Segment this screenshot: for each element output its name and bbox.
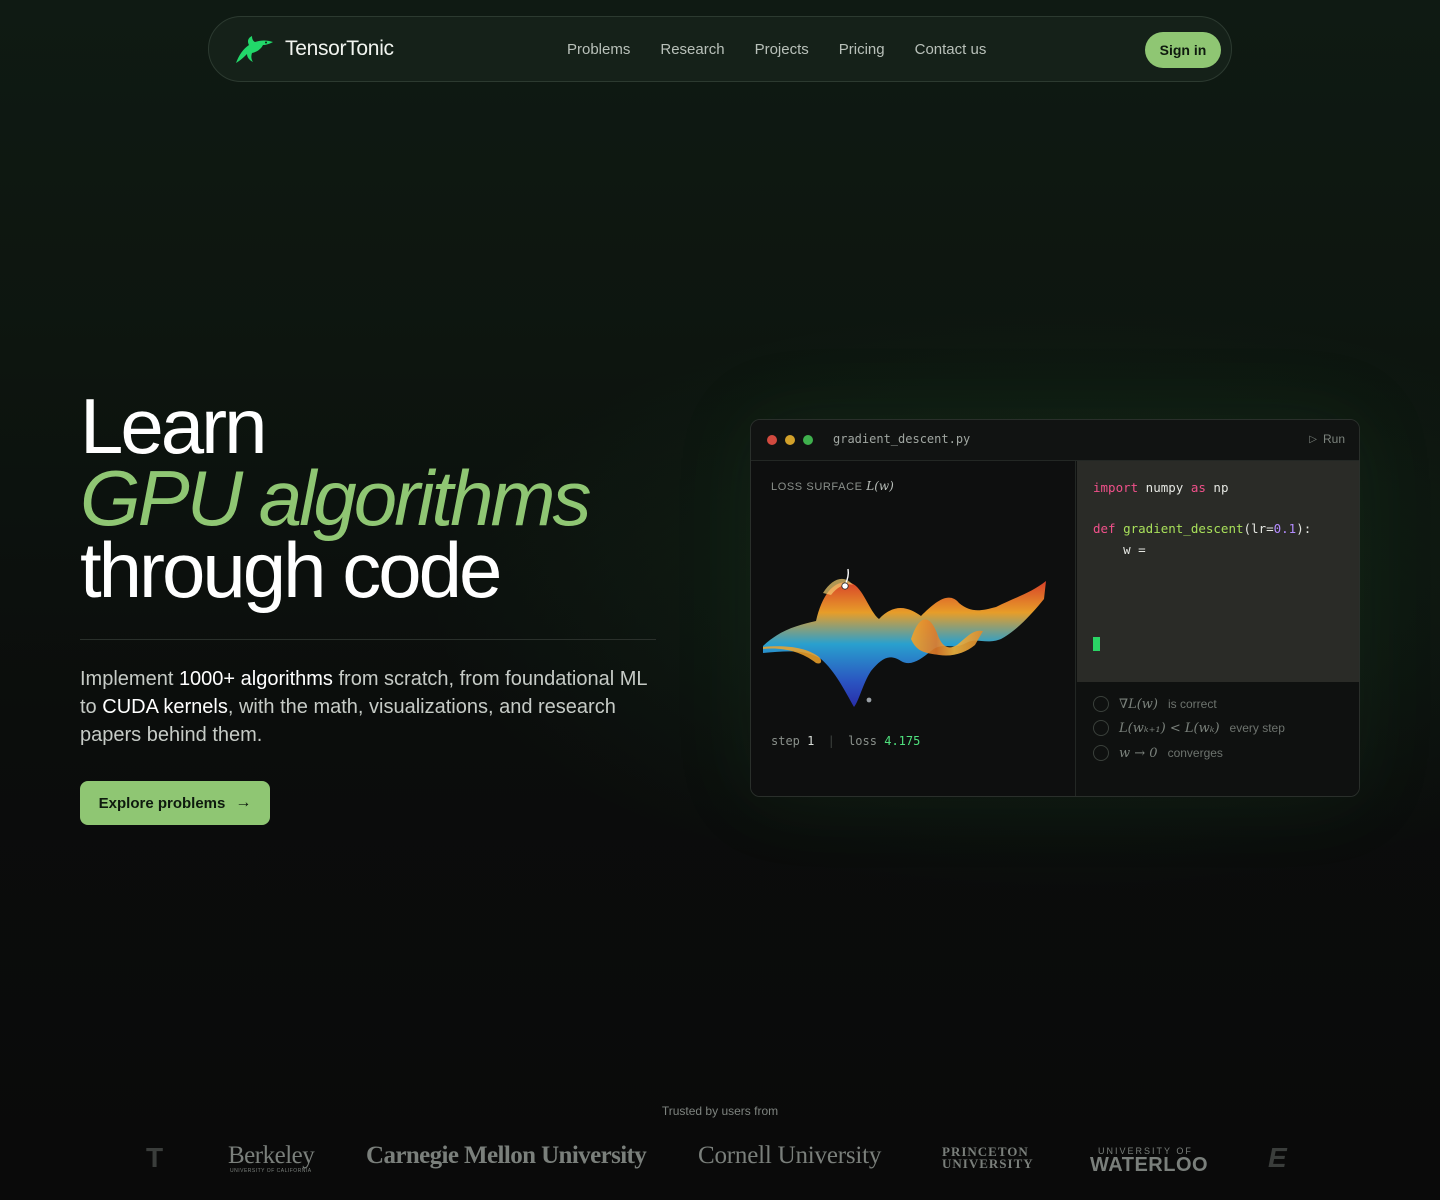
loss-label: loss (848, 734, 877, 748)
nav-link-projects[interactable]: Projects (755, 41, 809, 58)
sign-in-button[interactable]: Sign in (1145, 32, 1221, 68)
code-line-2: def gradient_descent(lr=0.1): (1093, 521, 1311, 536)
editor-filename: gradient_descent.py (833, 432, 971, 446)
code-module: numpy (1138, 480, 1191, 495)
hero-sub-text-1: Implement (80, 668, 179, 690)
check-gradient-correct: ∇L(w) is correct (1093, 696, 1217, 712)
nav-link-pricing[interactable]: Pricing (839, 41, 885, 58)
hero-title-line-3: through code (80, 526, 502, 614)
trusted-by-title: Trusted by users from (661, 1104, 779, 1118)
step-value: 1 (807, 734, 815, 748)
text-cursor (1093, 637, 1100, 651)
loss-surface-label-text: LOSS SURFACE (771, 481, 863, 493)
check-converges: w → 0 converges (1093, 745, 1223, 761)
logo-princeton: PRINCETON UNIVERSITY (942, 1145, 1034, 1171)
logo-waterloo: WATERLOO (1090, 1154, 1209, 1176)
code-keyword-def: def (1093, 521, 1116, 536)
test-checklist: ∇L(w) is correct L(wₖ₊₁) < L(wₖ) every s… (1077, 682, 1359, 796)
code-params-close: ): (1296, 521, 1312, 536)
training-status: step 1 | loss 4.175 (771, 734, 920, 748)
hero-divider (80, 639, 656, 640)
code-editor-card: gradient_descent.py ▷ Run LOSS SURFACE L… (750, 419, 1360, 797)
explore-problems-label: Explore problems (98, 794, 226, 812)
check-circle-icon (1093, 720, 1109, 736)
logo-cornell: Cornell University (698, 1142, 882, 1169)
hero-title-line-1: Learn (80, 382, 268, 470)
logo-berkeley: Berkeley (228, 1142, 315, 1169)
logo-carnegie-mellon: Carnegie Mellon University (366, 1142, 647, 1169)
minimum-point-marker (866, 697, 872, 703)
code-keyword-import: import (1093, 480, 1139, 495)
check-math: ∇L(w) (1119, 696, 1158, 712)
surface-back (763, 581, 1046, 707)
check-circle-icon (1093, 745, 1109, 761)
hero-sub-highlight-1: 1000+ algorithms (178, 668, 333, 690)
code-line-3: w = (1093, 542, 1146, 557)
code-input[interactable]: import numpy as np def gradient_descent(… (1077, 461, 1359, 682)
hero-title: Learn GPU algorithms through code (80, 382, 700, 614)
current-point-marker (841, 582, 849, 590)
code-keyword-as: as (1190, 480, 1206, 495)
university-logos: T Berkeley UNIVERSITY OF CALIFORNIA Carn… (0, 1136, 1440, 1184)
check-circle-icon (1093, 696, 1109, 712)
window-close-dot (767, 435, 777, 445)
dolphin-logo-icon (236, 36, 273, 63)
code-alias: np (1205, 480, 1229, 495)
hero-subtitle: Implement 1000+ algorithms from scratch,… (80, 665, 660, 749)
check-loss-decreases: L(wₖ₊₁) < L(wₖ) every step (1093, 720, 1285, 736)
logo-berkeley-sub: UNIVERSITY OF CALIFORNIA (230, 1168, 312, 1174)
code-line-1: import numpy as np (1093, 480, 1228, 495)
check-math: L(wₖ₊₁) < L(wₖ) (1119, 720, 1220, 736)
step-label: step (771, 734, 800, 748)
logo-partial-right: E (1268, 1142, 1287, 1173)
play-icon: ▷ (1309, 433, 1317, 445)
code-params-open: (lr= (1243, 521, 1274, 536)
loss-surface-label-math: L(w) (866, 479, 894, 493)
brand-name: TensorTonic (285, 37, 394, 60)
loss-surface-pane: LOSS SURFACE L(w) step 1 | loss 4.175 (751, 461, 1076, 796)
run-button[interactable]: ▷ Run (1309, 432, 1345, 446)
editor-titlebar: gradient_descent.py ▷ Run (751, 420, 1359, 461)
arrow-right-icon: → (235, 794, 252, 811)
check-text: every step (1229, 721, 1285, 735)
top-navbar: TensorTonic Problems Research Projects P… (208, 16, 1232, 82)
nav-link-research[interactable]: Research (660, 41, 724, 58)
nav-link-contact[interactable]: Contact us (915, 41, 987, 58)
check-text: converges (1167, 746, 1223, 760)
nav-link-problems[interactable]: Problems (567, 41, 630, 58)
status-separator: | (827, 734, 835, 748)
explore-problems-button[interactable]: Explore problems → (80, 781, 270, 825)
check-text: is correct (1167, 697, 1217, 711)
window-maximize-dot (803, 435, 813, 445)
loss-surface-label: LOSS SURFACE L(w) (771, 479, 894, 493)
code-number: 0.1 (1273, 521, 1297, 536)
loss-surface-plot (763, 568, 1046, 707)
run-label: Run (1322, 432, 1345, 446)
check-math: w → 0 (1119, 745, 1158, 761)
hero-title-line-2: GPU algorithms (80, 454, 592, 542)
code-function-name: gradient_descent (1115, 521, 1244, 536)
logo-partial-left: T (146, 1142, 164, 1173)
hero-sub-highlight-2: CUDA kernels (102, 696, 228, 718)
brand[interactable]: TensorTonic (233, 33, 394, 65)
nav-links: Problems Research Projects Pricing Conta… (567, 17, 986, 81)
logo-princeton-line-2: UNIVERSITY (942, 1156, 1034, 1171)
window-minimize-dot (785, 435, 795, 445)
loss-value: 4.175 (884, 734, 921, 748)
